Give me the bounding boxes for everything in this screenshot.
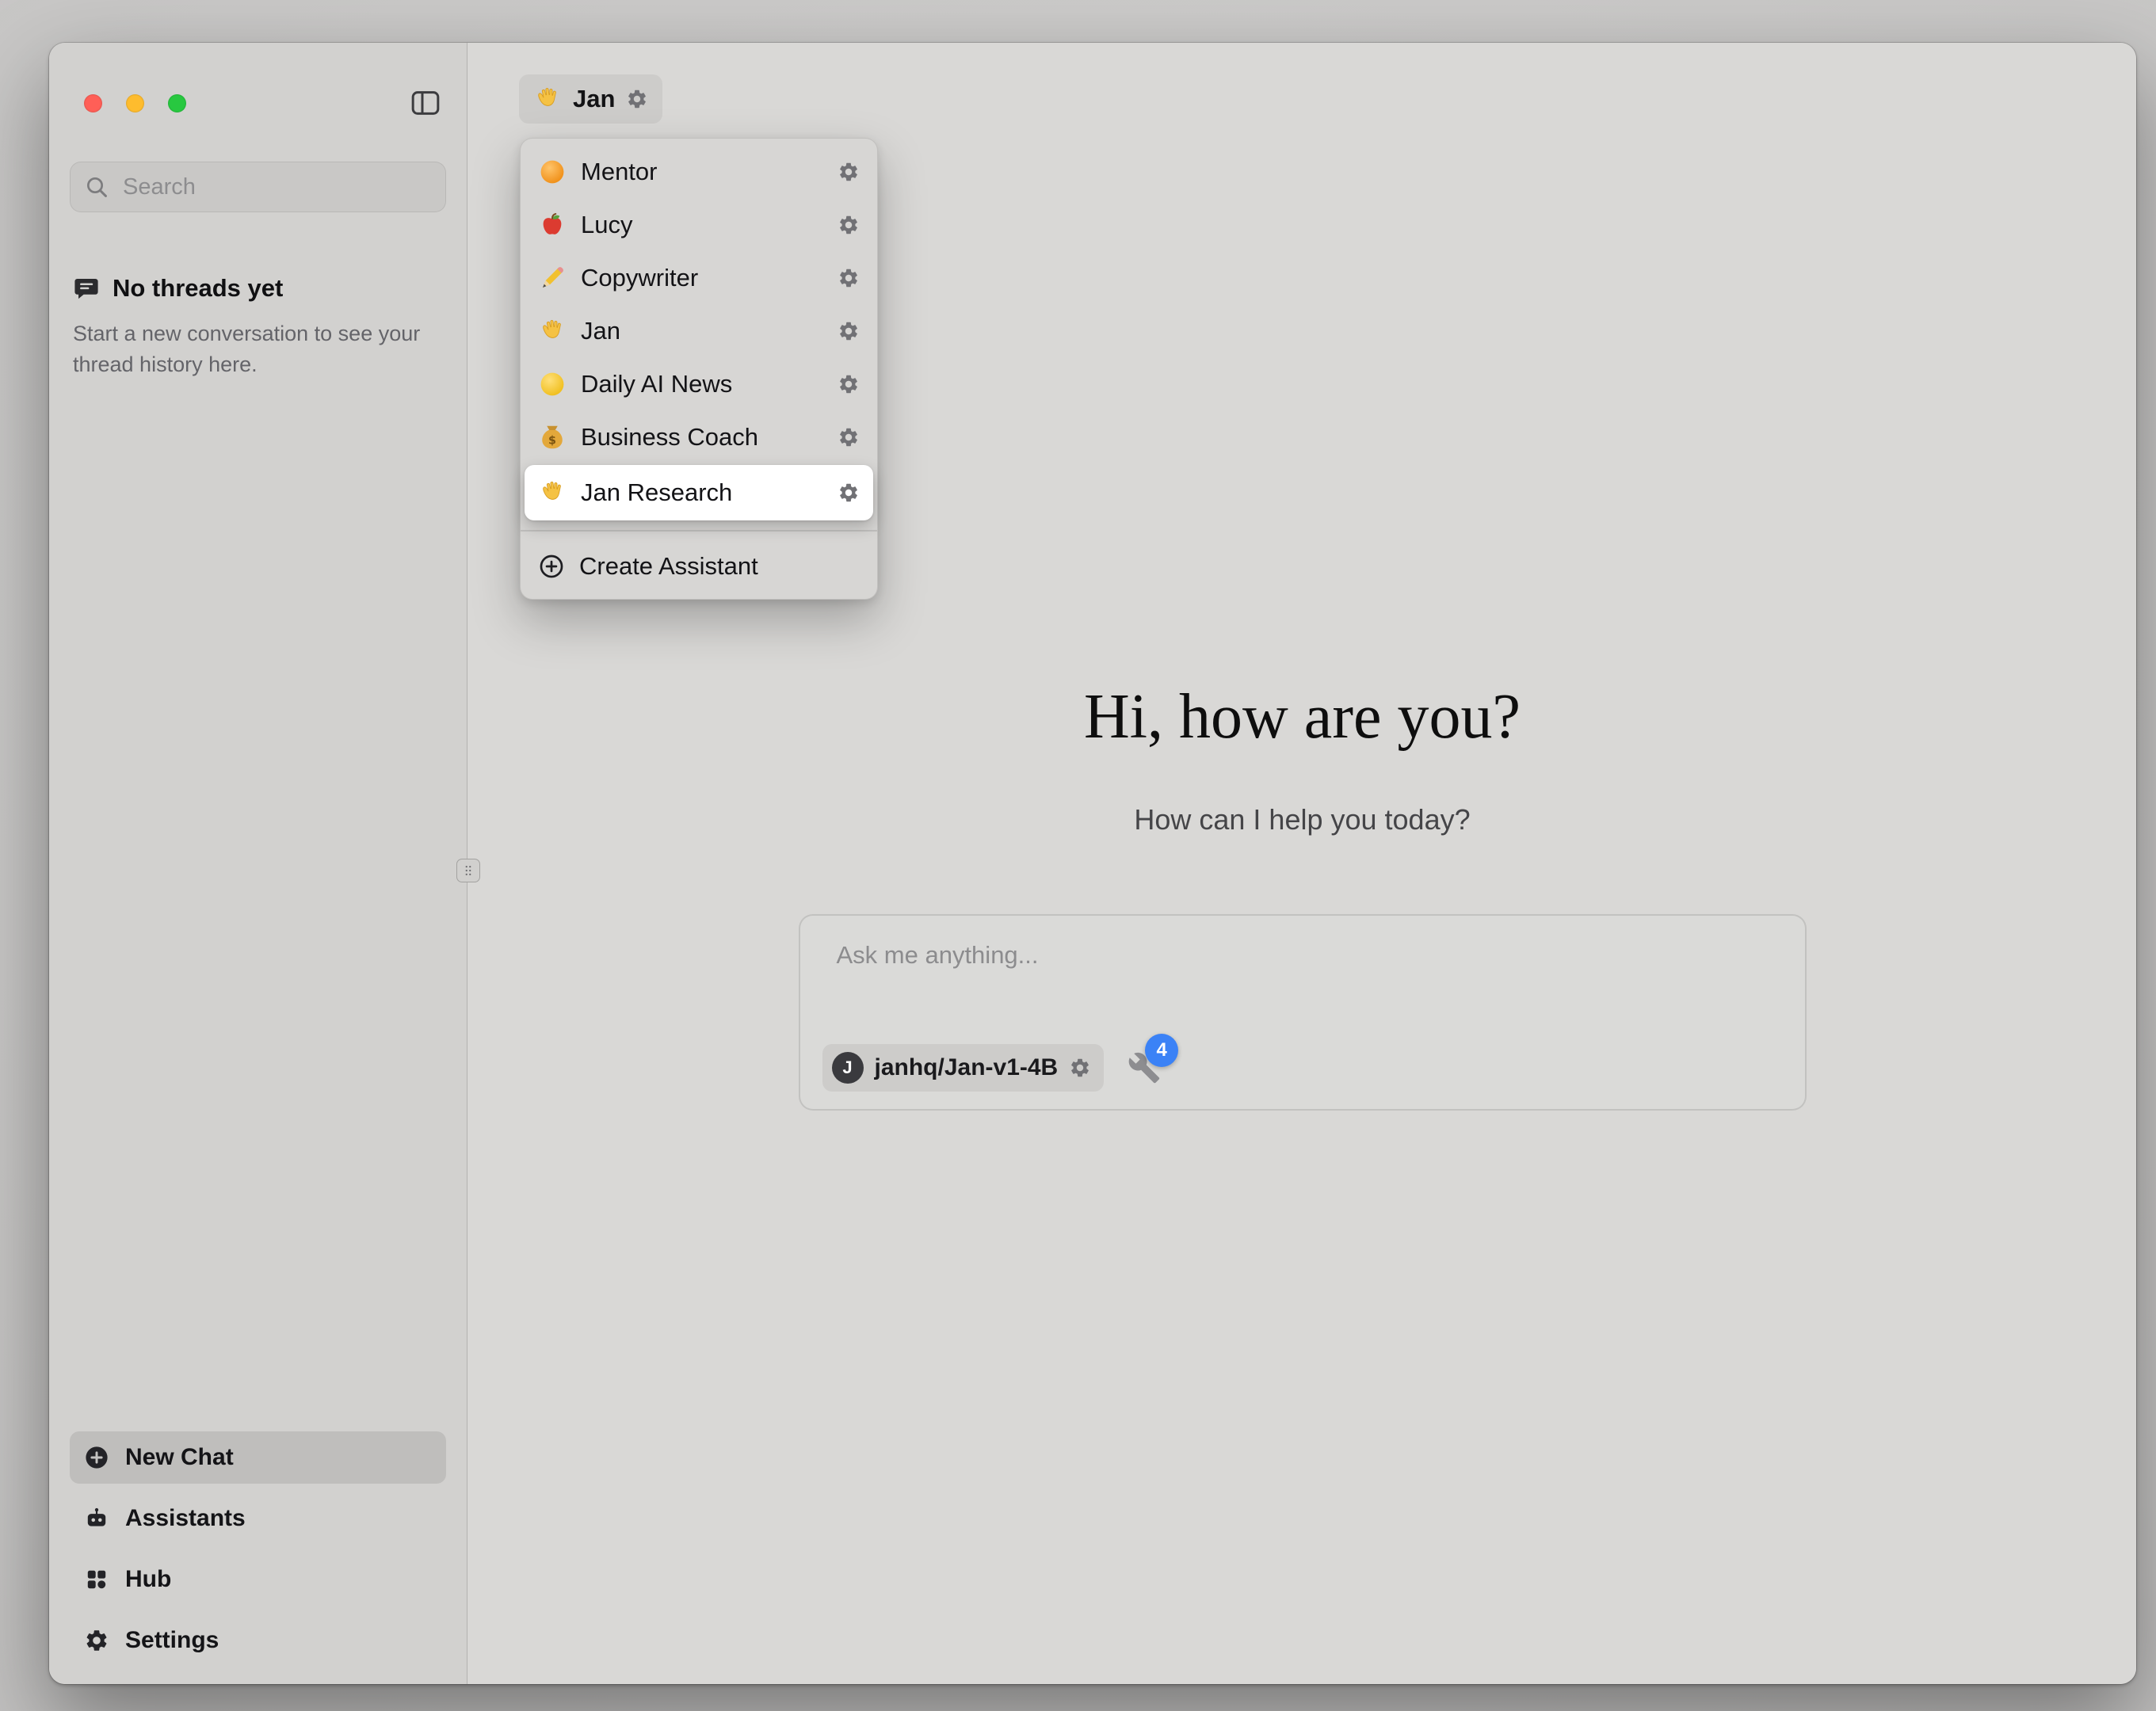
nav-item-label: Assistants [125, 1505, 246, 1532]
main-area: Jan Mentor Lucy Copywriter [468, 43, 2136, 1684]
search-icon [84, 174, 109, 200]
app-window: No threads yet Start a new conversation … [49, 43, 2136, 1684]
empty-state-title: No threads yet [113, 274, 283, 303]
menu-item-label: Daily AI News [581, 370, 838, 398]
nav-item-label: Hub [125, 1566, 171, 1593]
menu-item-mentor[interactable]: Mentor [521, 145, 877, 198]
assistant-bot-icon [84, 1506, 109, 1531]
menu-item-copywriter[interactable]: Copywriter [521, 251, 877, 304]
menu-item-label: Create Assistant [579, 552, 860, 581]
sidebar-toggle-icon[interactable] [410, 87, 441, 119]
sidebar-item-hub[interactable]: Hub [70, 1553, 446, 1606]
tools-button[interactable]: 4 [1128, 1051, 1161, 1084]
chat-composer: J janhq/Jan-v1-4B 4 [799, 914, 1807, 1111]
tools-count-badge: 4 [1145, 1034, 1178, 1067]
plus-circle-outline-icon [538, 553, 565, 580]
money-bag-emoji-icon [538, 423, 567, 452]
nav-item-label: New Chat [125, 1444, 234, 1471]
sidebar: No threads yet Start a new conversation … [49, 43, 467, 1684]
gear-icon [84, 1628, 109, 1653]
menu-item-label: Lucy [581, 211, 838, 239]
composer-toolbar: J janhq/Jan-v1-4B 4 [822, 1044, 1162, 1092]
drag-dots-icon [461, 863, 475, 878]
zoom-button[interactable] [168, 94, 186, 112]
gear-icon[interactable] [838, 482, 860, 504]
threads-empty-state: No threads yet Start a new conversation … [73, 274, 443, 380]
empty-state-description: Start a new conversation to see your thr… [73, 318, 422, 380]
main-header: Jan [519, 74, 662, 124]
greeting-subtitle: How can I help you today? [468, 803, 2136, 836]
menu-item-label: Copywriter [581, 264, 838, 292]
sidebar-nav: New Chat Assistants Hub Settings [49, 1423, 467, 1684]
sidebar-item-new-chat[interactable]: New Chat [70, 1431, 446, 1484]
assistant-selector[interactable]: Jan [519, 74, 662, 124]
gear-icon[interactable] [626, 88, 648, 110]
pencil-emoji-icon [538, 264, 567, 292]
gear-icon[interactable] [838, 373, 860, 395]
gear-icon[interactable] [1069, 1057, 1091, 1079]
menu-item-label: Business Coach [581, 423, 838, 452]
wave-hand-emoji-icon [533, 85, 562, 113]
sidebar-titlebar [49, 43, 467, 152]
menu-item-jan-research[interactable]: Jan Research [525, 465, 873, 520]
wave-hand-emoji-icon [538, 478, 567, 507]
minimize-button[interactable] [126, 94, 144, 112]
model-selector[interactable]: J janhq/Jan-v1-4B [822, 1044, 1105, 1092]
greeting-title: Hi, how are you? [468, 681, 2136, 753]
menu-separator [521, 530, 877, 532]
gear-icon[interactable] [838, 267, 860, 289]
menu-item-lucy[interactable]: Lucy [521, 198, 877, 251]
menu-item-business-coach[interactable]: Business Coach [521, 410, 877, 463]
sidebar-item-settings[interactable]: Settings [70, 1614, 446, 1667]
wave-hand-emoji-icon [538, 317, 567, 345]
chat-bubble-icon [73, 275, 100, 302]
orange-circle-emoji-icon [538, 158, 567, 186]
search-input[interactable] [70, 162, 446, 212]
chat-input[interactable] [835, 939, 1770, 1001]
menu-item-label: Mentor [581, 158, 838, 186]
menu-item-label: Jan Research [581, 478, 838, 507]
gear-icon[interactable] [838, 161, 860, 183]
model-name: janhq/Jan-v1-4B [875, 1054, 1059, 1081]
gear-icon[interactable] [838, 320, 860, 342]
assistant-name: Jan [573, 85, 615, 113]
hub-grid-icon [84, 1567, 109, 1592]
sidebar-resize-handle[interactable] [456, 859, 480, 882]
yellow-circle-emoji-icon [538, 370, 567, 398]
gear-icon[interactable] [838, 214, 860, 236]
red-apple-emoji-icon [538, 211, 567, 239]
model-avatar: J [832, 1052, 864, 1084]
menu-item-daily-ai-news[interactable]: Daily AI News [521, 357, 877, 410]
menu-item-label: Jan [581, 317, 838, 345]
nav-item-label: Settings [125, 1627, 219, 1654]
traffic-lights [84, 94, 186, 112]
search-field [70, 162, 446, 212]
plus-circle-icon [84, 1445, 109, 1470]
close-button[interactable] [84, 94, 102, 112]
gear-icon[interactable] [838, 426, 860, 448]
sidebar-item-assistants[interactable]: Assistants [70, 1492, 446, 1545]
menu-item-jan[interactable]: Jan [521, 304, 877, 357]
menu-item-create-assistant[interactable]: Create Assistant [521, 539, 877, 593]
assistant-dropdown-menu: Mentor Lucy Copywriter Jan Daily AI News [520, 138, 878, 600]
